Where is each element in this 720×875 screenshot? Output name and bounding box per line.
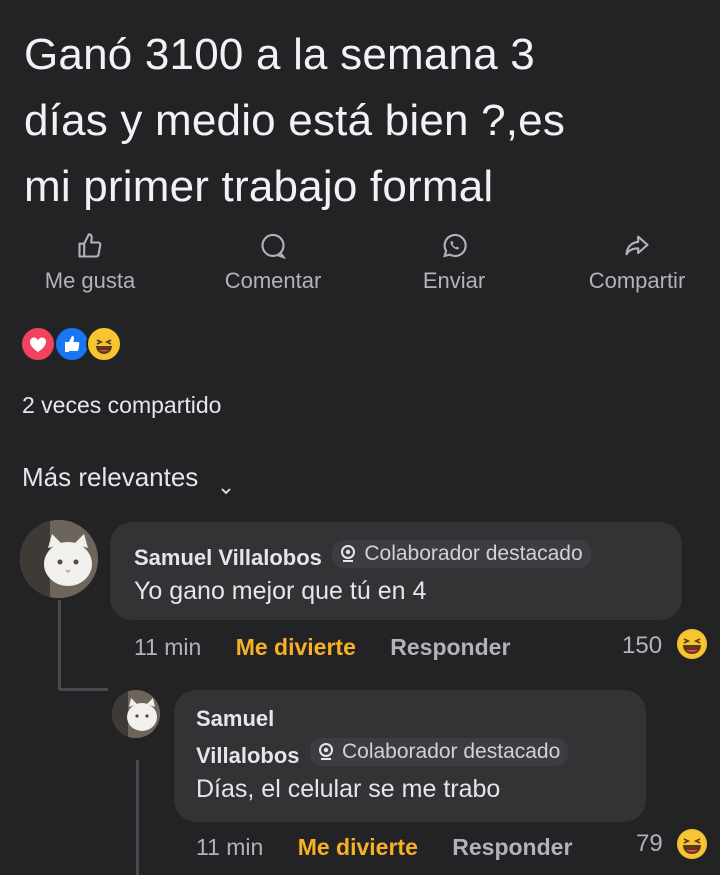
badge-label: Colaborador destacado	[364, 542, 583, 565]
top-fan-badge: Colaborador destacado	[332, 540, 591, 568]
share-label: Compartir	[588, 268, 686, 293]
comment-sort-dropdown[interactable]: Más relevantes	[22, 462, 232, 495]
thread-line	[58, 600, 61, 690]
sort-label: Más relevantes	[22, 462, 199, 492]
badge-icon	[318, 743, 333, 760]
top-fan-badge: Colaborador destacado	[309, 738, 569, 766]
reply-author-line1[interactable]: Samuel	[196, 706, 646, 732]
comment-bubble: Samuel Villalobos Colaborador destacado …	[110, 522, 682, 620]
comment-label: Comentar	[224, 268, 322, 293]
reply-button[interactable]: Responder	[452, 834, 572, 860]
cat-avatar-icon	[112, 690, 160, 738]
comment-text: Yo gano mejor que tú en 4	[134, 577, 427, 605]
like-label: Me gusta	[44, 268, 136, 293]
share-button[interactable]: Compartir	[557, 232, 717, 294]
reply-author-line2[interactable]: Villalobos	[196, 743, 300, 768]
haha-reaction-icon	[86, 326, 122, 362]
cat-avatar-icon	[20, 520, 98, 598]
haha-reaction-button[interactable]: Me divierte	[298, 834, 418, 860]
share-icon	[557, 232, 717, 262]
haha-emoji-icon	[676, 828, 708, 860]
avatar[interactable]	[20, 520, 98, 598]
love-reaction-icon	[20, 326, 56, 362]
whatsapp-icon	[374, 232, 534, 262]
thread-connector	[58, 688, 108, 691]
share-count[interactable]: 2 veces compartido	[22, 392, 221, 419]
reply-time[interactable]: 11 min	[196, 834, 263, 860]
send-button[interactable]: Enviar	[374, 232, 534, 294]
comment-icon	[193, 232, 353, 262]
like-reaction-icon	[54, 326, 90, 362]
comment-time[interactable]: 11 min	[134, 634, 201, 660]
comment-meta: 11 min Me divierte Responder	[134, 634, 510, 661]
avatar[interactable]	[112, 690, 160, 738]
send-label: Enviar	[422, 268, 486, 293]
like-button[interactable]: Me gusta	[10, 232, 170, 294]
comment-author[interactable]: Samuel Villalobos	[134, 545, 322, 570]
reply-reaction-count[interactable]: 79	[636, 830, 663, 858]
reply-bubble: Samuel Villalobos Colaborador destacado …	[174, 690, 646, 822]
post-text: Ganó 3100 a la semana 3 días y medio est…	[24, 30, 566, 211]
chevron-down-icon	[220, 473, 232, 495]
thumbs-up-icon	[10, 232, 170, 262]
badge-icon	[341, 545, 356, 562]
haha-emoji-icon	[676, 628, 708, 660]
post-action-bar: Me gusta Comentar Enviar Compartir	[0, 232, 720, 302]
reply-text: Días, el celular se me trabo	[196, 775, 501, 803]
reply-button[interactable]: Responder	[390, 634, 510, 660]
reply-meta: 11 min Me divierte Responder	[196, 834, 572, 861]
badge-label: Colaborador destacado	[341, 740, 561, 763]
comment-reaction-count[interactable]: 150	[622, 632, 662, 660]
reply-thread-line	[136, 760, 139, 875]
comment-button[interactable]: Comentar	[193, 232, 353, 294]
haha-reaction-button[interactable]: Me divierte	[236, 634, 356, 660]
